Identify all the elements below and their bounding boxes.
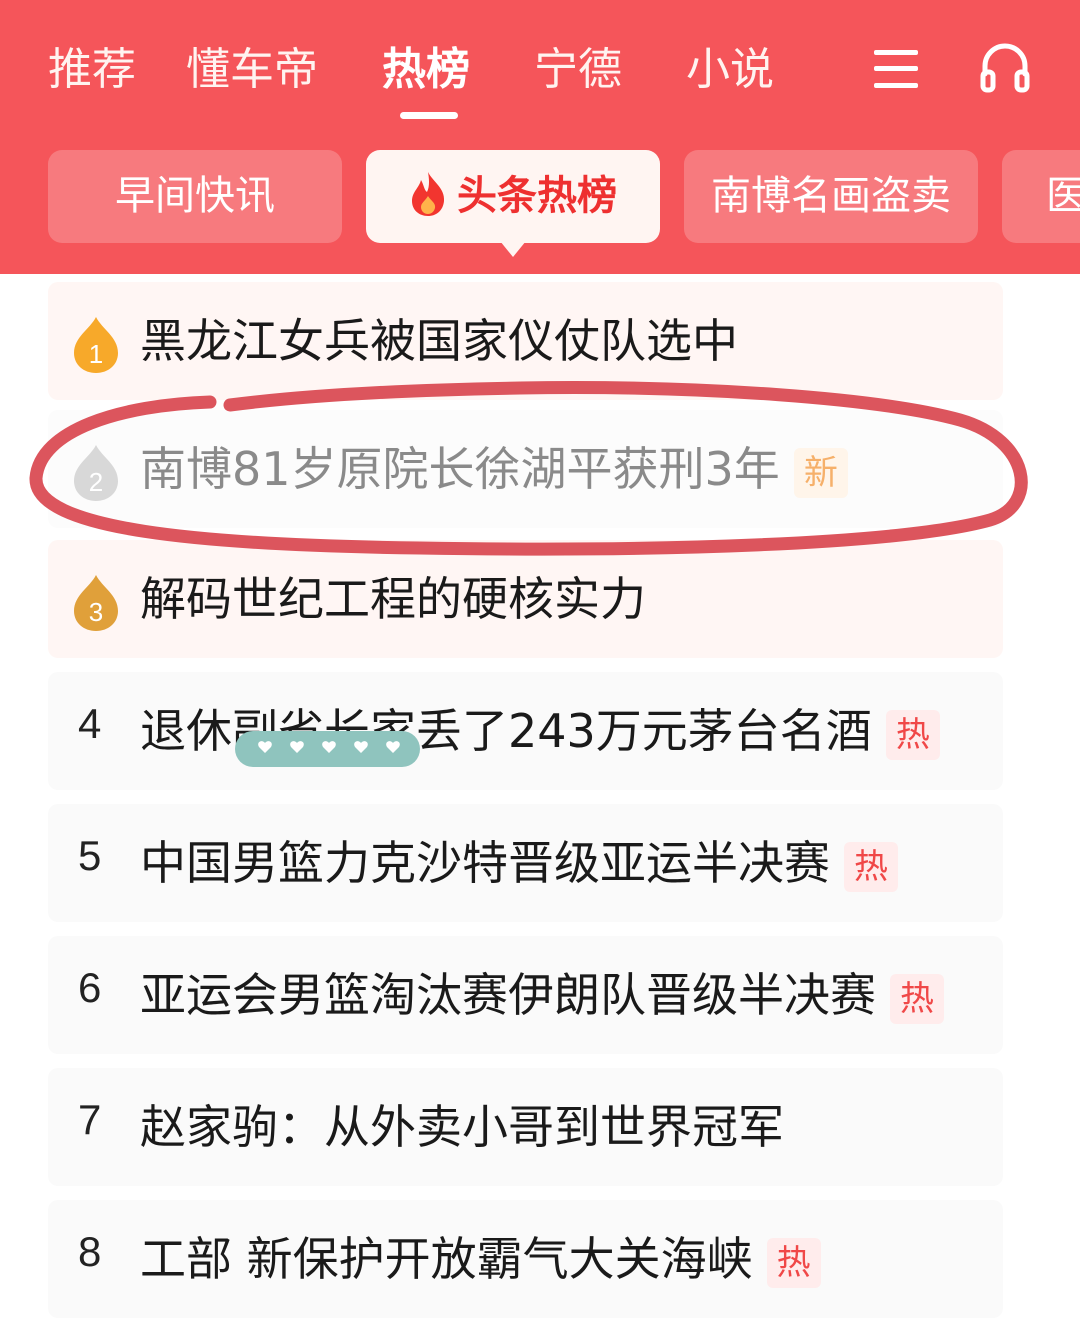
tab-dongchedi[interactable]: 懂车帝: [186, 40, 318, 100]
hot-item-title: 南博81岁原院长徐湖平获刑3年新: [140, 436, 848, 502]
hot-item-title: 工部 新保护开放霸气大关海峡热: [140, 1226, 821, 1292]
new-badge: 新: [793, 447, 848, 498]
hot-item-title: 赵家驹：从外卖小哥到世界冠军: [140, 1100, 784, 1154]
chip-nanbo-painting[interactable]: 南博名画盗卖: [684, 150, 978, 243]
tab-hot-list[interactable]: 热榜: [382, 40, 470, 100]
chip-label: 医: [1046, 173, 1080, 219]
hot-badge: 热: [766, 1237, 821, 1288]
header-bar: 推荐 懂车帝 热榜 宁德 小说 早间快讯 头条热榜 南博名画盗卖 医: [0, 0, 1080, 274]
hot-item-title-text: 南博81岁原院长徐湖平获刑3年: [140, 442, 780, 496]
medal-rank: 3: [89, 597, 103, 627]
tab-novel[interactable]: 小说: [686, 40, 774, 100]
menu-icon[interactable]: [874, 48, 920, 90]
chip-label: 头条热榜: [457, 173, 617, 219]
chip-label: 南博名画盗卖: [711, 173, 951, 219]
medal-rank: 2: [89, 467, 103, 497]
list-item[interactable]: 5 中国男篮力克沙特晋级亚运半决赛热: [48, 804, 1003, 922]
tab-recommend[interactable]: 推荐: [48, 40, 136, 100]
chip-morning-news[interactable]: 早间快讯: [48, 150, 342, 243]
chip-toutiao-hot-list[interactable]: 头条热榜: [366, 150, 660, 243]
hot-item-title: 亚运会男篮淘汰赛伊朗队晋级半决赛热: [140, 962, 944, 1028]
hot-item-title: 中国男篮力克沙特晋级亚运半决赛热: [140, 830, 898, 896]
hot-item-title-text: 工部 新保护开放霸气大关海峡: [140, 1232, 753, 1286]
list-item[interactable]: 8 工部 新保护开放霸气大关海峡热: [48, 1200, 1003, 1318]
hot-badge: 热: [890, 973, 944, 1024]
list-item[interactable]: 3 解码世纪工程的硬核实力: [48, 540, 1003, 658]
active-chip-pointer: [500, 241, 526, 257]
hot-item-title: 黑龙江女兵被国家仪仗队选中: [140, 314, 738, 368]
hot-item-title: 解码世纪工程的硬核实力: [140, 572, 646, 626]
hot-item-title-text: 中国男篮力克沙特晋级亚运半决赛: [140, 836, 830, 890]
tab-overflow-fade: [820, 30, 870, 110]
rank-number: 7: [78, 1096, 102, 1143]
gold-medal-icon: 1: [74, 317, 118, 373]
rank-number: 8: [78, 1228, 102, 1275]
bronze-medal-icon: 3: [74, 575, 118, 631]
headphones-icon[interactable]: [980, 40, 1030, 94]
active-tab-indicator: [400, 112, 458, 119]
rank-number: 5: [78, 832, 102, 879]
list-item[interactable]: 7 赵家驹：从外卖小哥到世界冠军: [48, 1068, 1003, 1186]
tab-ningde[interactable]: 宁德: [534, 40, 622, 100]
rank-number: 4: [78, 700, 102, 747]
list-item[interactable]: 4 退休副省长家丢了243万元茅台名酒热: [48, 672, 1003, 790]
medal-rank: 1: [89, 339, 103, 369]
hot-badge: 热: [844, 841, 898, 892]
list-item[interactable]: 6 亚运会男篮淘汰赛伊朗队晋级半决赛热: [48, 936, 1003, 1054]
rank-number: 6: [78, 964, 102, 1011]
silver-medal-icon: 2: [74, 445, 118, 501]
list-item[interactable]: 1 黑龙江女兵被国家仪仗队选中: [48, 282, 1003, 400]
censor-sticker: [235, 731, 420, 767]
list-item[interactable]: 2 南博81岁原院长徐湖平获刑3年新: [48, 410, 1003, 528]
chip-partial[interactable]: 医: [1002, 150, 1080, 243]
hot-item-title-text: 亚运会男篮淘汰赛伊朗队晋级半决赛: [140, 968, 876, 1022]
chip-label: 早间快讯: [115, 173, 275, 219]
hot-badge: 热: [885, 709, 940, 760]
flame-icon: [412, 172, 445, 216]
